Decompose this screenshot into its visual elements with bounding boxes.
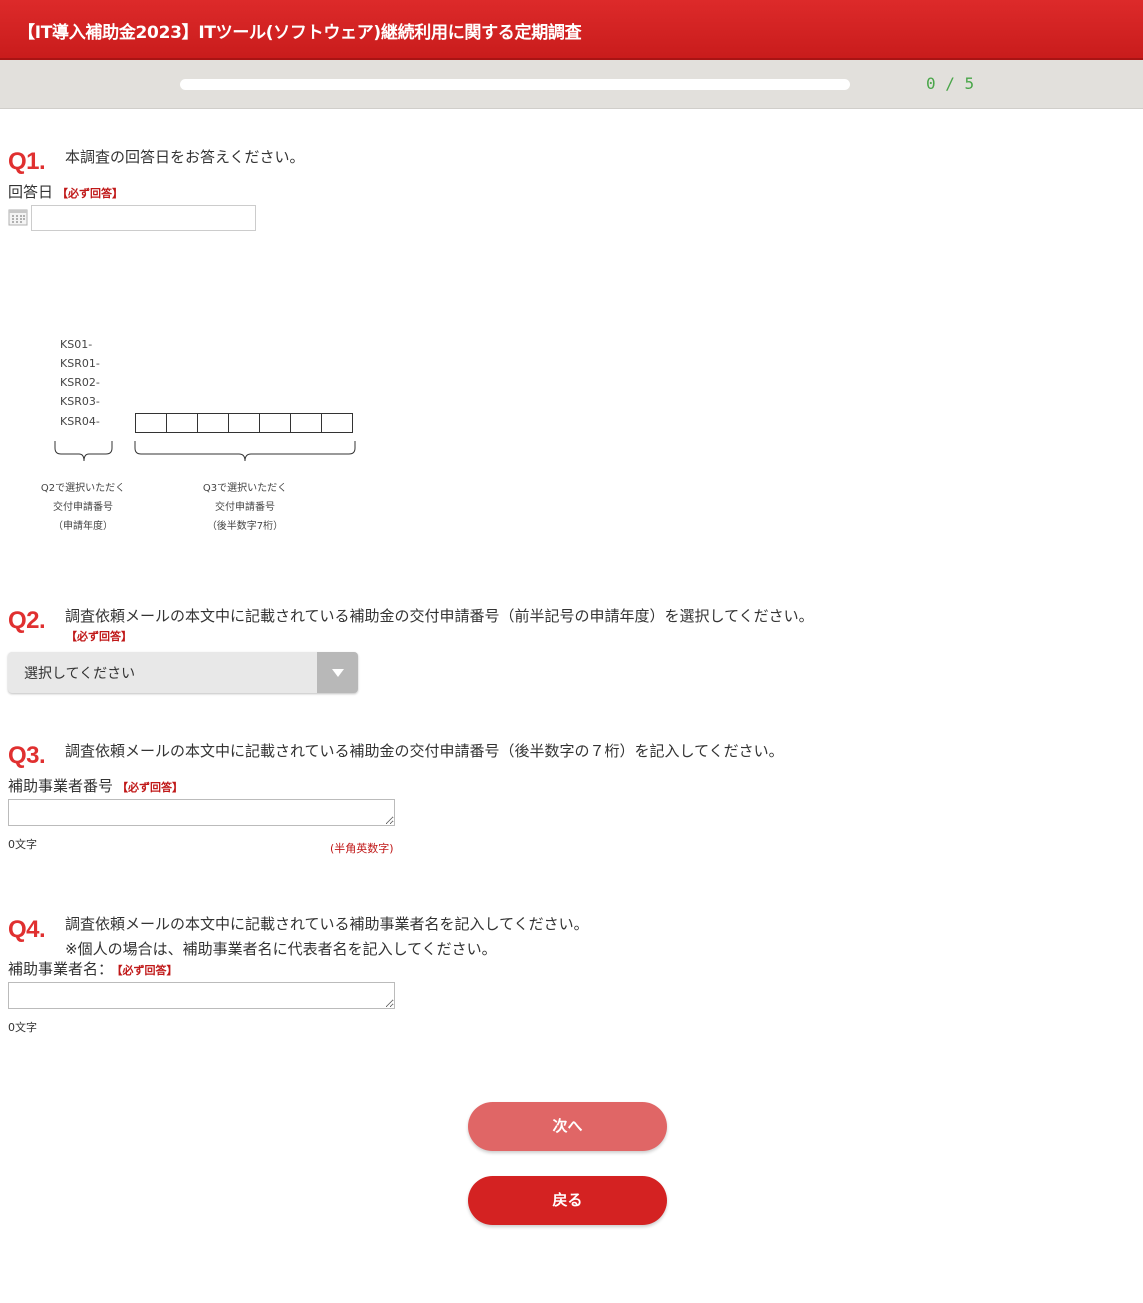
- diagram-note-line: （申請年度）: [53, 521, 113, 532]
- survey-title: 【IT導入補助金2023】ITツール(ソフトウェア)継続利用に関する定期調査: [18, 23, 582, 43]
- required-badge: 【必ず回答】: [57, 187, 124, 200]
- q4-label-text: 補助事業者名：: [8, 960, 114, 978]
- diagram-note-line: 交付申請番号: [53, 502, 113, 513]
- character-count: 0文字: [8, 838, 37, 851]
- diagram-note-right: Q3で選択いただく 交付申請番号 （後半数字7桁）: [190, 479, 300, 536]
- q2-text: 調査依頼メールの本文中に記載されている補助金の交付申請番号（前半記号の申請年度）…: [65, 607, 814, 625]
- character-count: 0文字: [8, 1021, 37, 1034]
- diagram-note-line: 交付申請番号: [215, 502, 275, 513]
- q1-number: Q1.: [8, 148, 46, 175]
- progress-bar: [180, 79, 850, 90]
- diagram-note-left: Q2で選択いただく 交付申請番号 （申請年度）: [30, 479, 136, 536]
- required-badge: 【必ず回答】: [117, 964, 178, 977]
- diagram-note-line: Q3で選択いただく: [202, 483, 288, 494]
- select-value: 選択してください: [24, 666, 136, 682]
- q3-label-text: 補助事業者番号: [8, 777, 114, 795]
- page-header: 【IT導入補助金2023】ITツール(ソフトウェア)継続利用に関する定期調査: [0, 0, 1143, 60]
- q4-text: 調査依頼メールの本文中に記載されている補助事業者名を記入してください。: [65, 915, 589, 933]
- q1-field-label: 回答日 【必ず回答】: [8, 181, 123, 202]
- progress-counter: 0 / 5: [926, 74, 975, 93]
- calendar-icon[interactable]: [8, 208, 28, 226]
- q4-field-label: 補助事業者名： 【必ず回答】: [8, 958, 178, 979]
- required-badge: 【必ず回答】: [117, 781, 184, 794]
- chevron-down-icon[interactable]: [317, 652, 358, 693]
- back-button[interactable]: 戻る: [468, 1176, 667, 1225]
- progress-area: 0 / 5: [0, 60, 1143, 109]
- business-name-field[interactable]: [8, 982, 395, 1009]
- business-number-field[interactable]: [8, 799, 395, 826]
- next-button[interactable]: 次へ: [468, 1102, 667, 1151]
- q3-number: Q3.: [8, 742, 46, 769]
- q1-text: 本調査の回答日をお答えください。: [65, 148, 305, 166]
- application-number-diagram: KS01- KSR01- KSR02- KSR03- KSR04- Q2で選択い…: [30, 335, 370, 545]
- required-badge: 【必ず回答】: [66, 630, 132, 643]
- diagram-note-line: （後半数字7桁）: [206, 521, 284, 532]
- q1-label-text: 回答日: [8, 183, 54, 201]
- q2-number: Q2.: [8, 607, 46, 634]
- digit-boxes-and-braces: [54, 413, 356, 462]
- q3-text: 調査依頼メールの本文中に記載されている補助金の交付申請番号（後半数字の７桁）を記…: [65, 742, 784, 760]
- q4-note: ※個人の場合は、補助事業者名に代表者名を記入してください。: [65, 940, 497, 958]
- q4-number: Q4.: [8, 916, 46, 943]
- answer-date-input[interactable]: [31, 205, 256, 231]
- q3-field-label: 補助事業者番号 【必ず回答】: [8, 775, 183, 796]
- diagram-note-line: Q2で選択いただく: [40, 483, 126, 494]
- application-year-select[interactable]: 選択してください: [8, 652, 358, 693]
- input-format-hint: (半角英数字): [330, 842, 394, 855]
